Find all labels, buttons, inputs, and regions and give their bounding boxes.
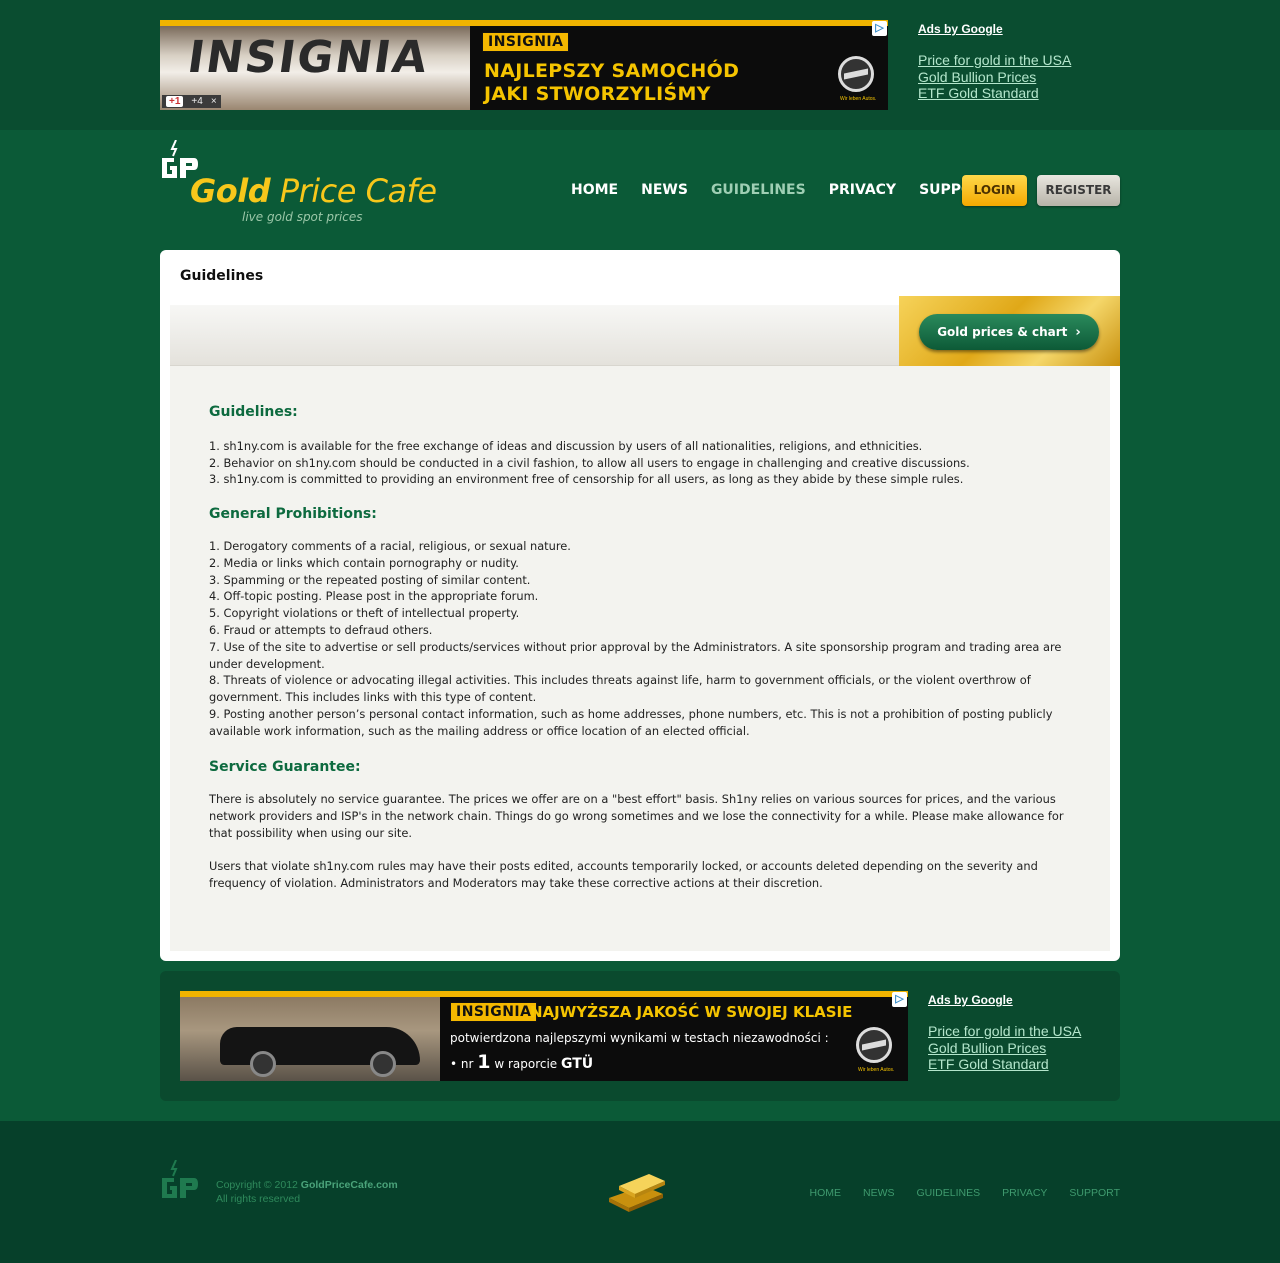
- gold-banner: Gold prices & chart ›: [899, 296, 1120, 366]
- list-item: 8. Threats of violence or advocating ill…: [209, 673, 1031, 705]
- list-item: 3. sh1ny.com is committed to providing a…: [209, 472, 964, 487]
- google-plus-button[interactable]: +1: [166, 96, 184, 107]
- footer-nav-guidelines[interactable]: GUIDELINES: [916, 1187, 980, 1199]
- list-item: 1. sh1ny.com is available for the free e…: [209, 438, 923, 453]
- footer-nav-news[interactable]: NEWS: [863, 1187, 895, 1199]
- ad-link-bullion[interactable]: Gold Bullion Prices: [918, 69, 1071, 86]
- banner-car-image: [180, 997, 440, 1081]
- opel-tagline: Wir leben Autos.: [840, 96, 877, 102]
- list-item: 5. Copyright violations or theft of inte…: [209, 606, 520, 621]
- guidelines-heading: Guidelines:: [209, 404, 298, 420]
- banner-line-2: potwierdzona najlepszymi wynikami w test…: [450, 1031, 829, 1045]
- banner-headline-2: JAKI STWORZYLIŚMY: [484, 83, 711, 105]
- list-item: 1. Derogatory comments of a racial, reli…: [209, 538, 571, 553]
- car-wheel-rear: [370, 1051, 396, 1077]
- banner-line-3: • nr 1 w raporcie GTÜ: [450, 1051, 594, 1073]
- service-heading: Service Guarantee:: [209, 758, 361, 775]
- service-paragraph-2: Users that violate sh1ny.com rules may h…: [209, 858, 1038, 890]
- prohibitions-heading: General Prohibitions:: [209, 506, 377, 523]
- ad-link-bullion[interactable]: Gold Bullion Prices: [928, 1040, 1081, 1057]
- close-icon[interactable]: ×: [211, 96, 217, 107]
- list-item: 2. Media or links which contain pornogra…: [209, 555, 519, 570]
- content-panel: Guidelines Gold prices & chart › Guidelin…: [160, 250, 1120, 961]
- opel-logo-icon: [856, 1027, 892, 1063]
- banner-text-block: INSIGNIA NAJWYŻSZA JAKOŚĆ W SWOJEJ KLASI…: [440, 997, 908, 1081]
- list-item: 4. Off-topic posting. Please post in the…: [209, 589, 539, 604]
- nav-privacy[interactable]: PRIVACY: [829, 182, 896, 198]
- opel-logo-icon: [838, 56, 874, 92]
- main-nav: HOME NEWS GUIDELINES PRIVACY SUPPORT: [571, 182, 1016, 198]
- banner-headline: NAJWYŻSZA JAKOŚĆ W SWOJEJ KLASIE: [530, 1003, 853, 1021]
- top-ad-links: Price for gold in the USA Gold Bullion P…: [918, 52, 1071, 102]
- site-logo[interactable]: Gold Price Cafe live gold spot prices: [160, 140, 437, 230]
- chevron-right-icon: ›: [1075, 325, 1081, 340]
- page-title: Guidelines: [180, 268, 264, 284]
- gold-button-label: Gold prices & chart: [937, 325, 1068, 339]
- guidelines-content: Guidelines: 1. sh1ny.com is available fo…: [209, 404, 1079, 891]
- login-button[interactable]: LOGIN: [962, 175, 1027, 206]
- footer-nav-home[interactable]: HOME: [809, 1187, 841, 1199]
- footer-site-link[interactable]: GoldPriceCafe.com: [301, 1179, 398, 1191]
- list-item: 6. Fraud or attempts to defraud others.: [209, 622, 433, 637]
- nav-news[interactable]: NEWS: [641, 182, 688, 198]
- opel-tagline: Wir leben Autos.: [858, 1067, 895, 1073]
- footer-logo-icon[interactable]: [160, 1160, 200, 1206]
- list-item: 3. Spamming or the repeated posting of s…: [209, 572, 531, 587]
- banner-image-text: INSIGNIA: [184, 32, 433, 83]
- list-item: 2. Behavior on sh1ny.com should be condu…: [209, 455, 970, 470]
- nav-guidelines[interactable]: GUIDELINES: [711, 182, 806, 198]
- nav-home[interactable]: HOME: [571, 182, 618, 198]
- car-wheel-front: [250, 1051, 276, 1077]
- footer-copyright: Copyright © 2012 GoldPriceCafe.com All r…: [216, 1179, 398, 1205]
- banner-headline-1: NAJLEPSZY SAMOCHÓD: [484, 60, 740, 82]
- footer-rights: All rights reserved: [216, 1193, 301, 1205]
- footer-nav-privacy[interactable]: PRIVACY: [1002, 1187, 1047, 1199]
- logo-tagline: live gold spot prices: [242, 210, 363, 224]
- footer-nav-support[interactable]: SUPPORT: [1069, 1187, 1120, 1199]
- ad-link-gold-usa[interactable]: Price for gold in the USA: [928, 1023, 1081, 1040]
- gold-prices-chart-button[interactable]: Gold prices & chart ›: [919, 314, 1099, 350]
- bottom-banner-ad[interactable]: INSIGNIA NAJWYŻSZA JAKOŚĆ W SWOJEJ KLASI…: [180, 991, 908, 1081]
- insignia-tag: INSIGNIA: [482, 32, 570, 52]
- logo-title: Gold Price Cafe: [190, 172, 437, 210]
- banner-car-image: INSIGNIA +1 +4 ×: [160, 26, 470, 110]
- top-banner-ad[interactable]: INSIGNIA +1 +4 × INSIGNIA NAJLEPSZY SAMO…: [160, 20, 888, 110]
- insignia-tag: INSIGNIA: [450, 1002, 538, 1022]
- google-plus-count: +4: [191, 96, 203, 107]
- guidelines-list: 1. sh1ny.com is available for the free e…: [209, 438, 1079, 488]
- service-paragraph-1: There is absolutely no service guarantee…: [209, 792, 1064, 840]
- bottom-ad-links: Price for gold in the USA Gold Bullion P…: [928, 1023, 1081, 1073]
- register-button[interactable]: REGISTER: [1037, 175, 1120, 206]
- banner-text-block: INSIGNIA NAJLEPSZY SAMOCHÓD JAKI STWORZY…: [470, 26, 888, 110]
- footer-nav: HOME NEWS GUIDELINES PRIVACY SUPPORT: [809, 1187, 1120, 1199]
- gold-bars-icon: [609, 1174, 665, 1212]
- list-item: 7. Use of the site to advertise or sell …: [209, 639, 1062, 671]
- ad-link-etf[interactable]: ETF Gold Standard: [918, 85, 1071, 102]
- adchoices-icon[interactable]: ▷: [892, 992, 907, 1007]
- ad-link-gold-usa[interactable]: Price for gold in the USA: [918, 52, 1071, 69]
- ads-by-google-label[interactable]: Ads by Google: [928, 993, 1013, 1007]
- ads-by-google-label[interactable]: Ads by Google: [918, 22, 1003, 36]
- adchoices-icon[interactable]: ▷: [872, 21, 887, 36]
- google-plus-widget[interactable]: +1 +4 ×: [162, 95, 221, 108]
- ad-link-etf[interactable]: ETF Gold Standard: [928, 1056, 1081, 1073]
- prohibitions-list: 1. Derogatory comments of a racial, reli…: [209, 538, 1079, 740]
- list-item: 9. Posting another person’s personal con…: [209, 706, 1053, 738]
